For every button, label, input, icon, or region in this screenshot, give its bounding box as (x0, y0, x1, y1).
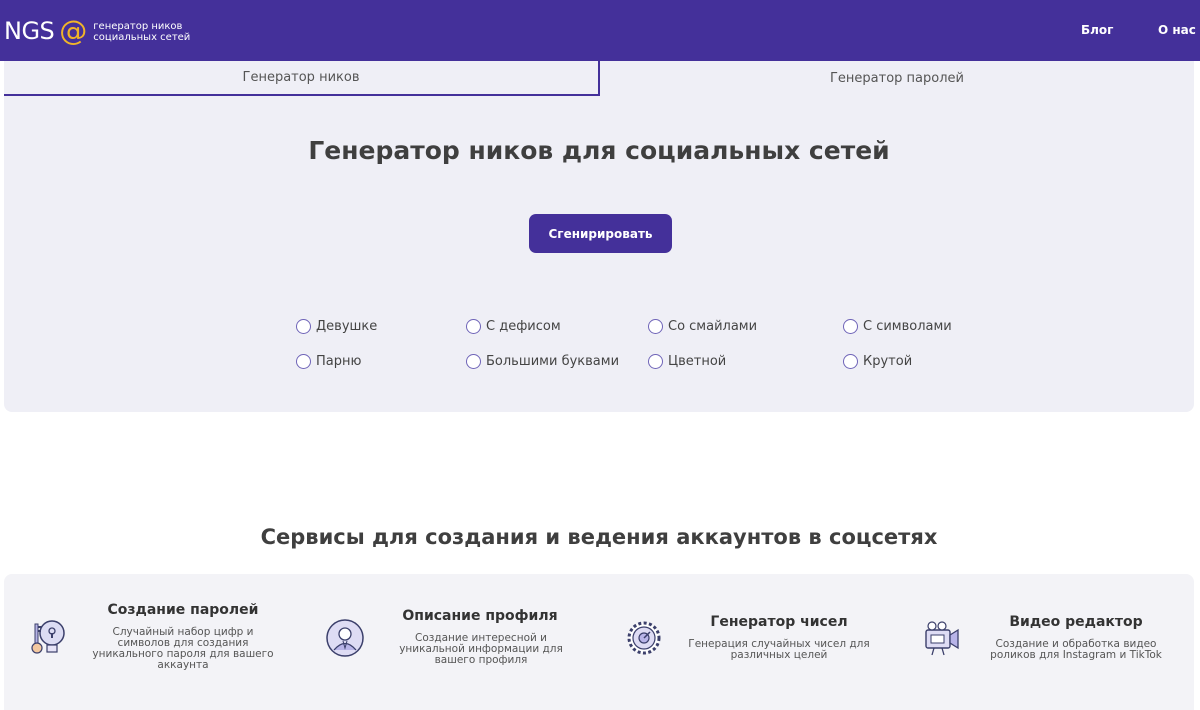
radio-circle-icon[interactable] (648, 354, 663, 369)
option-hyphen[interactable]: С дефисом (466, 319, 561, 334)
service-title: Создание паролей (107, 602, 259, 618)
key-lock-icon (31, 620, 65, 654)
option-smileys[interactable]: Со смайлами (648, 319, 757, 334)
option-colored[interactable]: Цветной (648, 354, 726, 369)
option-label: Крутой (863, 354, 913, 369)
option-label: Парню (316, 354, 362, 369)
site-logo[interactable]: NGS @ генератор ников социальных сетей (4, 13, 190, 49)
option-uppercase[interactable]: Большими буквами (466, 354, 619, 369)
service-desc-line: вашего профиля (434, 654, 528, 666)
service-description: Создание и обработка видео роликов для I… (979, 639, 1173, 661)
services-section-title: Сервисы для создания и ведения аккаунтов… (260, 525, 938, 549)
nav-link-blog[interactable]: Блог (1081, 23, 1113, 37)
radio-circle-icon[interactable] (843, 354, 858, 369)
logo-text: NGS (4, 17, 55, 45)
nav-link-about[interactable]: О нас (1158, 23, 1196, 37)
logo-tagline-line2: социальных сетей (93, 31, 191, 43)
radio-circle-icon[interactable] (296, 319, 311, 334)
option-label: Девушке (316, 319, 378, 334)
logo-at-icon: @ (59, 14, 88, 47)
option-label: С дефисом (486, 319, 561, 334)
tab-password-generator[interactable]: Генератор паролей (600, 61, 1194, 96)
tab-nick-generator[interactable]: Генератор ников (4, 61, 600, 96)
radio-circle-icon[interactable] (843, 319, 858, 334)
option-label: С символами (863, 319, 952, 334)
service-description: Создание интересной и уникальной информа… (386, 633, 576, 666)
option-label: Цветной (668, 354, 727, 369)
profile-avatar-icon (326, 619, 364, 657)
generator-panel: Генератор ников Генератор паролей Генера… (4, 61, 1194, 412)
radio-circle-icon[interactable] (648, 319, 663, 334)
service-description: Генерация случайных чисел для различных … (682, 639, 876, 661)
option-label: Со смайлами (668, 319, 758, 334)
option-girl[interactable]: Девушке (296, 319, 377, 334)
radio-circle-icon[interactable] (466, 319, 481, 334)
option-label: Большими буквами (486, 354, 620, 369)
service-title: Видео редактор (1009, 614, 1143, 630)
services-panel: Создание паролей Случайный набор цифр и … (4, 574, 1194, 710)
radio-circle-icon[interactable] (296, 354, 311, 369)
radio-circle-icon[interactable] (466, 354, 481, 369)
page-title: Генератор ников для социальных сетей (308, 136, 890, 165)
option-guy[interactable]: Парню (296, 354, 361, 369)
service-desc-line: аккаунта (157, 659, 209, 671)
option-symbols[interactable]: С символами (843, 319, 952, 334)
option-cool[interactable]: Крутой (843, 354, 912, 369)
service-title: Описание профиля (402, 608, 558, 624)
service-description: Случайный набор цифр и символов для созд… (88, 627, 278, 671)
service-desc-line: различных целей (730, 649, 828, 661)
logo-tagline-line1: генератор ников (93, 20, 183, 32)
service-desc-line: роликов для Instagram и TikTok (990, 649, 1162, 661)
generate-button[interactable]: Сгенирировать (529, 214, 672, 253)
gear-numbers-icon (627, 621, 661, 655)
video-camera-icon (925, 621, 959, 656)
top-navbar: NGS @ генератор ников социальных сетей Б… (0, 0, 1200, 61)
service-title: Генератор чисел (710, 614, 848, 630)
logo-tagline: генератор ников социальных сетей (93, 21, 190, 43)
